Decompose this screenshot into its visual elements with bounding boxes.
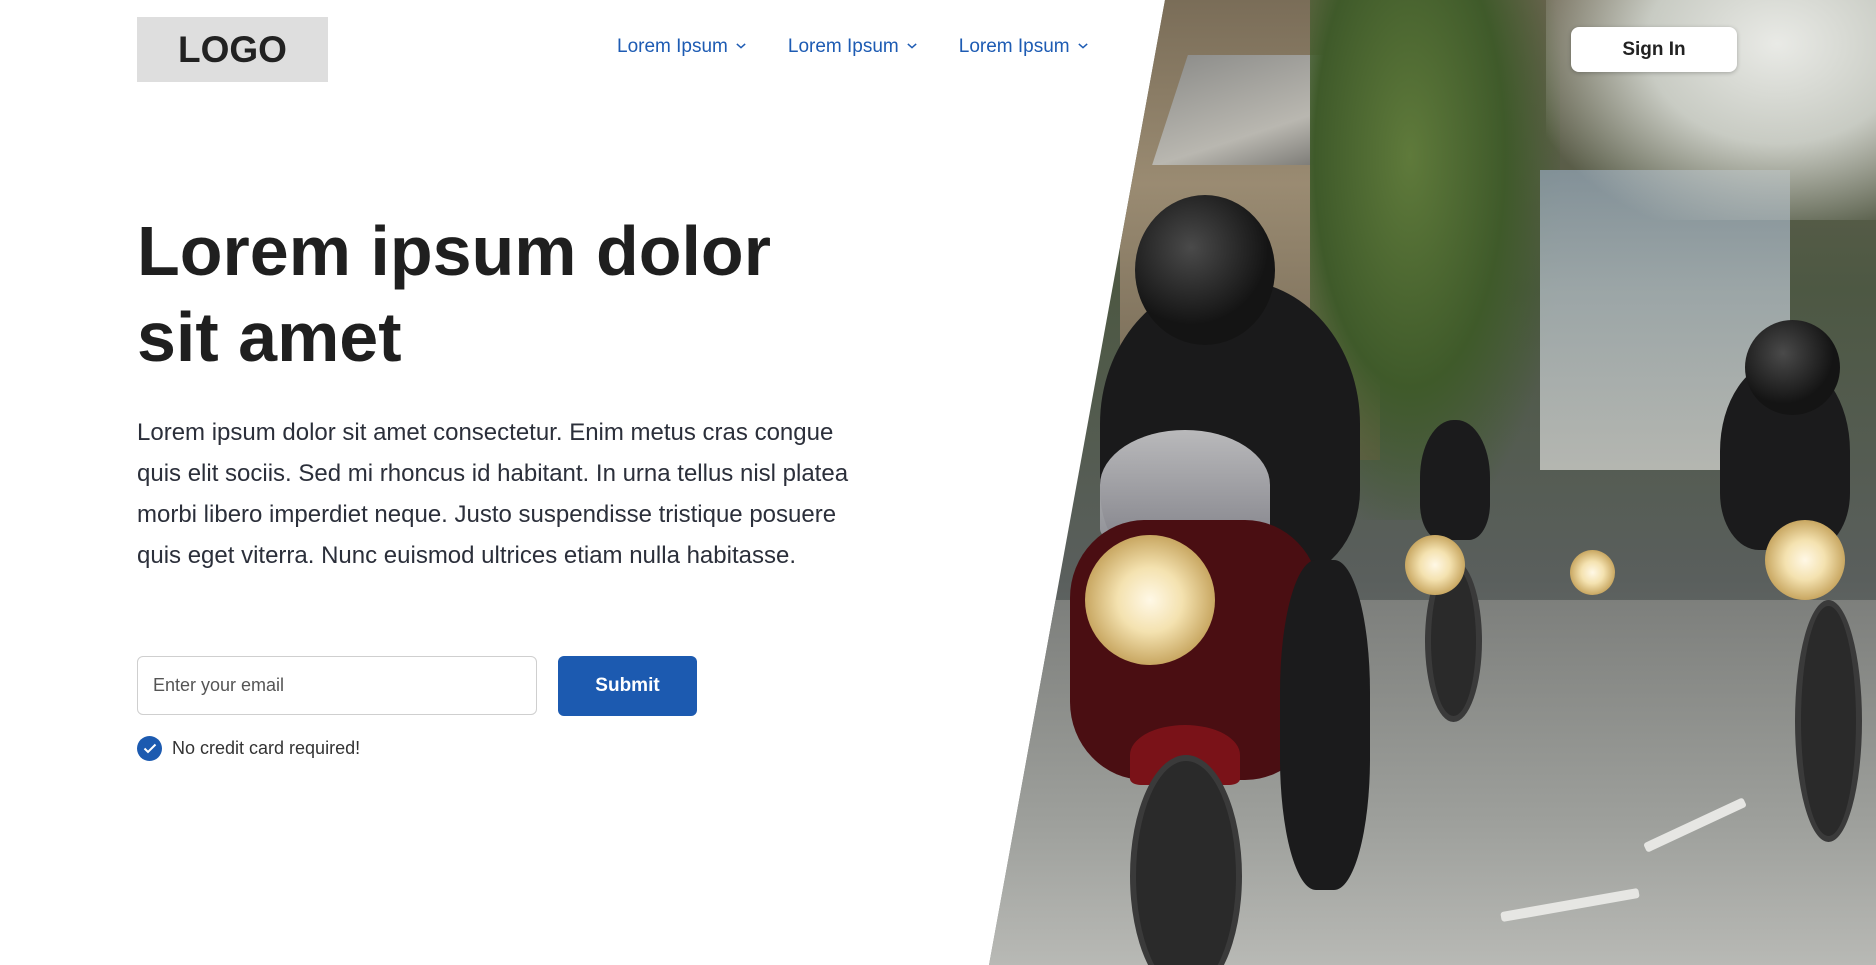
photo-headlight bbox=[1405, 535, 1465, 595]
chevron-down-icon bbox=[907, 42, 917, 52]
chevron-down-icon bbox=[1077, 42, 1088, 52]
photo-helmet-main bbox=[1135, 195, 1275, 345]
hero-description: Lorem ipsum dolor sit amet consectetur. … bbox=[137, 419, 849, 569]
photo-rider-leg bbox=[1280, 560, 1370, 890]
nav-item-label: Lorem Ipsum bbox=[787, 36, 899, 57]
hero-title-line-2: sit amet bbox=[137, 298, 402, 376]
nav-item-3[interactable]: Lorem Ipsum bbox=[959, 36, 1088, 58]
no-credit-card-note: No credit card required! bbox=[137, 736, 360, 761]
nav-item-label: Lorem Ipsum bbox=[958, 36, 1070, 57]
photo-wheel bbox=[1795, 600, 1862, 842]
check-circle-icon bbox=[137, 736, 162, 761]
photo-headlight-main bbox=[1085, 535, 1215, 665]
hero-title: Lorem ipsum dolor sit amet bbox=[137, 208, 917, 380]
photo-car-light bbox=[1570, 550, 1615, 595]
hero-photo bbox=[989, 0, 1876, 965]
logo[interactable]: LOGO bbox=[137, 17, 328, 82]
photo-headlight bbox=[1765, 520, 1845, 600]
nav-item-1[interactable]: Lorem Ipsum bbox=[617, 36, 746, 58]
chevron-down-icon bbox=[736, 42, 746, 52]
photo-helmet bbox=[1745, 320, 1840, 415]
photo-rider-back bbox=[1420, 420, 1490, 540]
nav-item-label: Lorem Ipsum bbox=[617, 36, 728, 57]
hero-title-line-1: Lorem ipsum dolor bbox=[137, 212, 771, 290]
sign-in-button[interactable]: Sign In bbox=[1571, 27, 1737, 72]
email-input[interactable] bbox=[137, 656, 537, 715]
nav-item-2[interactable]: Lorem Ipsum bbox=[788, 36, 917, 58]
submit-button[interactable]: Submit bbox=[558, 656, 697, 716]
main-nav: Lorem Ipsum Lorem Ipsum Lorem Ipsum bbox=[617, 36, 1130, 58]
note-text: No credit card required! bbox=[172, 738, 361, 758]
